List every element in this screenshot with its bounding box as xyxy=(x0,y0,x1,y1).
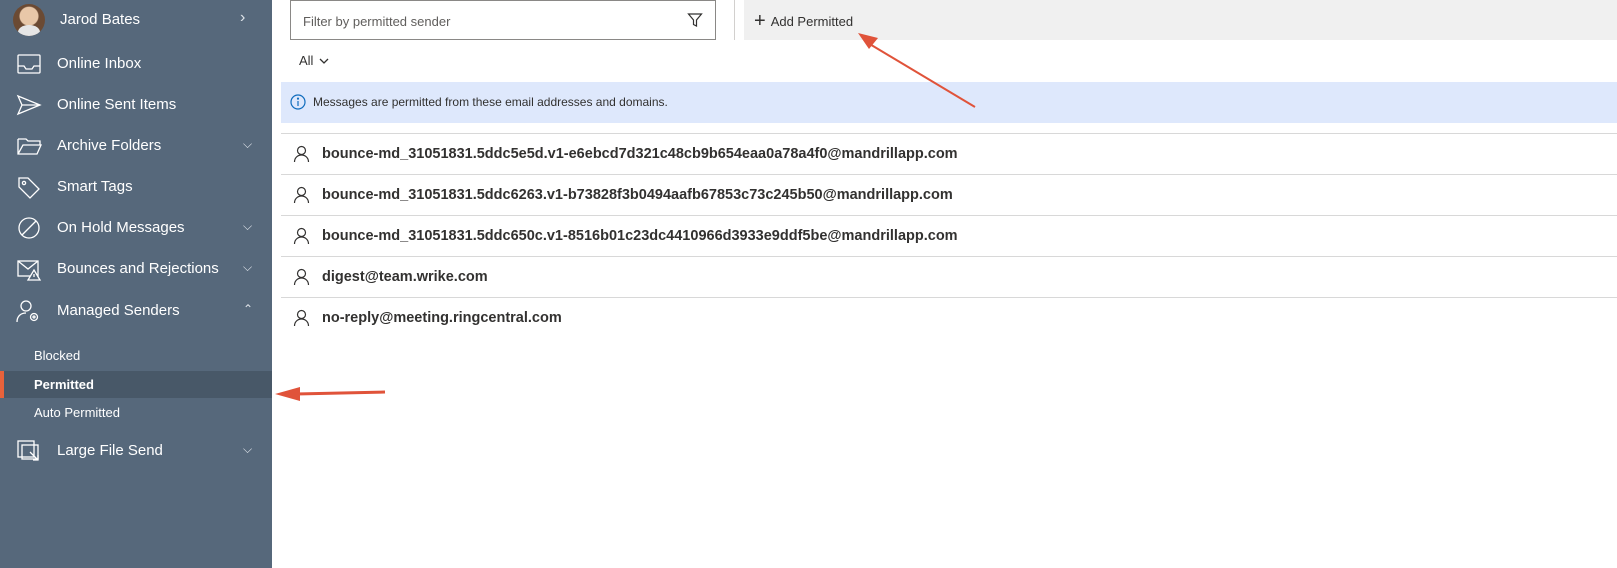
nav-label: Large File Send xyxy=(57,442,163,459)
avatar xyxy=(13,4,45,36)
nav-label: Bounces and Rejections xyxy=(57,260,219,277)
command-bar: + Add Permitted xyxy=(744,0,1617,40)
plus-icon: + xyxy=(754,10,766,32)
nav-archive-folders[interactable]: Archive Folders ⌵ xyxy=(0,125,272,167)
person-icon xyxy=(293,309,310,327)
chevron-down-icon: ⌵ xyxy=(243,260,253,274)
sender-email: no-reply@meeting.ringcentral.com xyxy=(322,310,562,326)
nav-label: Managed Senders xyxy=(57,302,180,319)
block-icon xyxy=(18,217,40,239)
nav-large-file-send[interactable]: Large File Send ⌵ xyxy=(0,430,272,472)
send-icon xyxy=(16,94,42,116)
person-icon xyxy=(293,145,310,163)
person-icon xyxy=(293,227,310,245)
nav-managed-senders[interactable]: Managed Senders ⌃ xyxy=(0,290,272,332)
user-profile[interactable]: Jarod Bates › xyxy=(0,0,272,40)
sub-item-label: Auto Permitted xyxy=(34,405,120,420)
sender-email: bounce-md_31051831.5ddc5e5d.v1-e6ebcd7d3… xyxy=(322,146,958,162)
info-banner: Messages are permitted from these email … xyxy=(281,82,1617,123)
sender-email: digest@team.wrike.com xyxy=(322,269,488,285)
chevron-down-icon: ⌵ xyxy=(243,442,253,456)
info-banner-text: Messages are permitted from these email … xyxy=(313,95,668,109)
nav-online-sent-items[interactable]: Online Sent Items xyxy=(0,84,272,126)
sub-item-label: Permitted xyxy=(34,377,94,392)
filter-input[interactable] xyxy=(301,9,665,33)
sub-item-auto-permitted[interactable]: Auto Permitted xyxy=(0,399,272,426)
large-file-icon xyxy=(17,440,39,461)
chevron-down-icon: ⌵ xyxy=(243,137,253,151)
person-settings-icon xyxy=(16,300,39,323)
person-icon xyxy=(293,186,310,204)
chevron-down-icon xyxy=(319,58,329,64)
toolbar-divider xyxy=(734,0,735,40)
tag-icon xyxy=(18,177,40,199)
nav-smart-tags[interactable]: Smart Tags xyxy=(0,166,272,208)
filter-box xyxy=(290,0,716,40)
add-permitted-button[interactable]: + Add Permitted xyxy=(754,10,853,32)
inbox-icon xyxy=(17,54,41,74)
chevron-right-icon: › xyxy=(240,9,246,26)
mail-warning-icon xyxy=(17,260,42,281)
person-icon xyxy=(293,268,310,286)
sender-row[interactable]: bounce-md_31051831.5ddc5e5d.v1-e6ebcd7d3… xyxy=(281,134,1617,174)
sender-email: bounce-md_31051831.5ddc6263.v1-b73828f3b… xyxy=(322,187,953,203)
user-name: Jarod Bates xyxy=(60,11,141,28)
chevron-up-icon: ⌃ xyxy=(243,302,254,316)
sub-item-permitted[interactable]: Permitted xyxy=(0,371,272,398)
arrow-to-permitted xyxy=(275,387,386,401)
nav-bounces-and-rejections[interactable]: Bounces and Rejections ⌵ xyxy=(0,248,272,290)
info-icon xyxy=(290,94,306,110)
nav-label: Archive Folders xyxy=(57,137,162,154)
view-filter-value: All xyxy=(299,53,314,68)
folder-icon xyxy=(17,138,42,155)
chevron-down-icon: ⌵ xyxy=(243,219,253,233)
nav-label: Online Sent Items xyxy=(57,96,177,113)
view-filter-dropdown[interactable]: All xyxy=(299,53,329,68)
nav-online-inbox[interactable]: Online Inbox xyxy=(0,43,272,85)
sidebar: Jarod Bates › Online Inbox Online Sent I… xyxy=(0,0,272,568)
sender-row[interactable]: no-reply@meeting.ringcentral.com xyxy=(281,298,1617,338)
nav-label: Smart Tags xyxy=(57,178,133,195)
sender-email: bounce-md_31051831.5ddc650c.v1-8516b01c2… xyxy=(322,228,958,244)
sub-item-blocked[interactable]: Blocked xyxy=(0,342,272,369)
filter-icon[interactable] xyxy=(687,12,703,28)
nav-label: On Hold Messages xyxy=(57,219,185,236)
add-permitted-label: Add Permitted xyxy=(770,13,854,29)
nav-label: Online Inbox xyxy=(57,55,142,72)
sub-item-label: Blocked xyxy=(34,348,81,363)
sender-row[interactable]: bounce-md_31051831.5ddc6263.v1-b73828f3b… xyxy=(281,175,1617,215)
sender-row[interactable]: bounce-md_31051831.5ddc650c.v1-8516b01c2… xyxy=(281,216,1617,256)
nav-on-hold-messages[interactable]: On Hold Messages ⌵ xyxy=(0,207,272,249)
sender-row[interactable]: digest@team.wrike.com xyxy=(281,257,1617,297)
